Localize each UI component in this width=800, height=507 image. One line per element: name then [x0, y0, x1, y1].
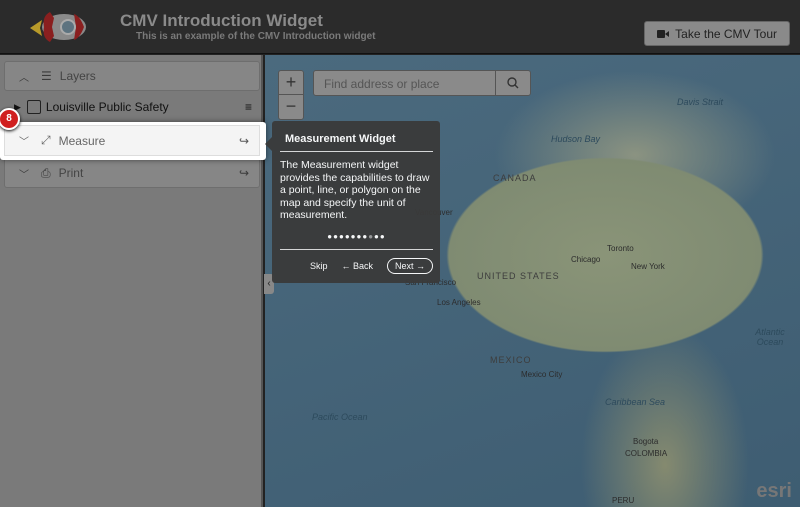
step-dot[interactable]: ●	[380, 232, 386, 241]
app-subtitle: This is an example of the CMV Introducti…	[136, 31, 376, 42]
zoom-control: + −	[278, 70, 304, 120]
print-panel-header[interactable]: ﹀ ⎙ Print ↪	[4, 158, 260, 188]
video-camera-icon	[657, 29, 670, 38]
skip-button[interactable]: Skip	[310, 261, 328, 271]
take-tour-label: Take the CMV Tour	[675, 26, 777, 41]
map-label: New York	[631, 262, 665, 271]
printer-icon: ⎙	[41, 165, 51, 180]
search-input[interactable]: Find address or place	[314, 71, 495, 95]
measure-panel-header[interactable]: ﹀ ⤢ Measure ↪	[0, 122, 266, 160]
map-label: Chicago	[571, 255, 601, 264]
layer-checkbox[interactable]	[26, 100, 41, 114]
layer-name: Louisville Public Safety	[45, 100, 169, 114]
app-title: CMV Introduction Widget	[120, 11, 323, 30]
share-arrow-icon[interactable]: ↪	[239, 134, 249, 148]
map-label: Caribbean Sea	[605, 397, 666, 407]
tooltip-title: Measurement Widget	[280, 133, 433, 152]
rocket-logo-icon	[30, 12, 86, 42]
map-label: Bogota	[633, 437, 659, 446]
layer-item: ▶ Louisville Public Safety ≡	[14, 93, 260, 121]
expand-arrows-icon: ⤢	[41, 133, 51, 147]
search-button[interactable]	[495, 71, 530, 95]
map-label: Toronto	[607, 244, 634, 253]
measure-label: Measure	[58, 133, 106, 148]
step-indicator: ●●●●●●●●●●	[280, 232, 433, 241]
map-label: Davis Strait	[677, 97, 724, 107]
chevron-down-icon: ﹀	[19, 169, 29, 181]
map-label: Mexico City	[521, 370, 563, 379]
map-label: MEXICO	[490, 355, 532, 365]
chevron-down-icon: ﹀	[19, 137, 29, 148]
map-label: CANADA	[493, 173, 537, 183]
esri-logo: esri	[756, 480, 792, 502]
search-icon	[507, 77, 519, 89]
layers-panel-header[interactable]: ︿ ☰ Layers	[4, 61, 260, 91]
share-arrow-icon[interactable]: ↪	[239, 166, 249, 180]
zoom-in-button[interactable]: +	[279, 71, 303, 95]
chevron-up-icon: ︿	[19, 72, 29, 84]
map-label: COLOMBIA	[625, 449, 668, 458]
map-label: Atlantic Ocean	[755, 327, 785, 347]
tooltip-body: The Measurement widget provides the capa…	[280, 159, 430, 221]
map-label: Hudson Bay	[551, 134, 601, 144]
map-label: Pacific Ocean	[312, 412, 368, 422]
layers-label: Layers	[59, 69, 96, 83]
tour-tooltip: Measurement Widget The Measurement widge…	[265, 121, 440, 283]
layer-menu-icon[interactable]: ≡	[245, 100, 252, 114]
list-icon: ☰	[41, 69, 52, 83]
map-label: UNITED STATES	[477, 271, 560, 281]
app-header: CMV Introduction Widget This is an examp…	[0, 0, 800, 54]
search-box: Find address or place	[313, 70, 531, 96]
zoom-out-button[interactable]: −	[279, 95, 303, 119]
take-tour-button[interactable]: Take the CMV Tour	[644, 21, 790, 46]
next-button[interactable]: Next →	[386, 257, 433, 274]
back-button[interactable]: ← Back	[341, 261, 373, 271]
print-label: Print	[58, 166, 84, 180]
map-label: Los Angeles	[437, 298, 481, 307]
map-label: PERU	[612, 496, 635, 505]
